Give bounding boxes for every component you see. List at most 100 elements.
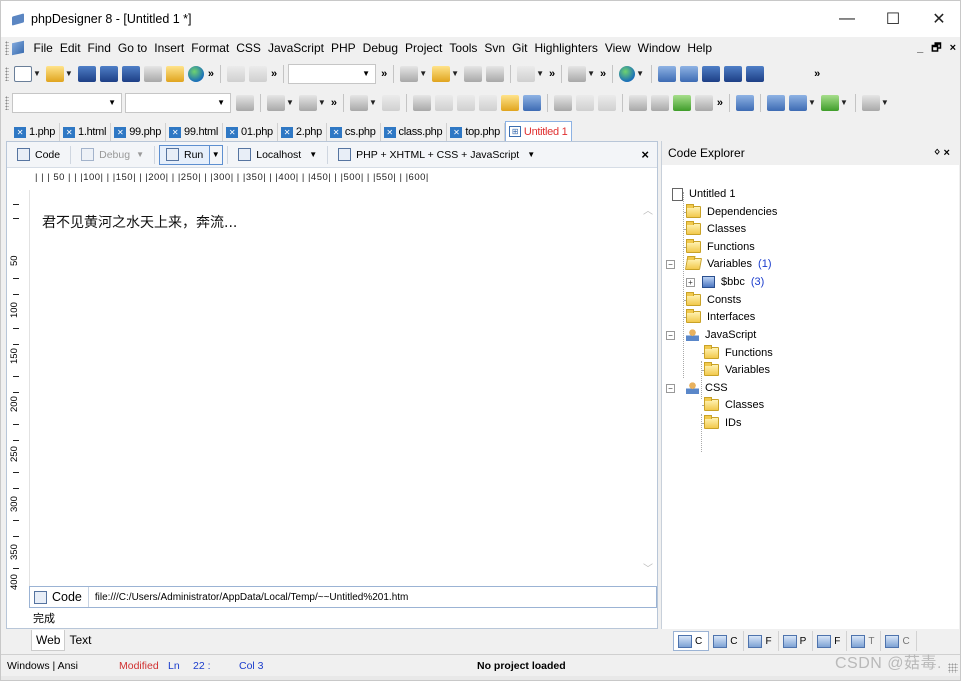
menu-debug[interactable]: Debug — [359, 41, 401, 55]
layout-columns-icon[interactable] — [724, 65, 743, 82]
toolbar-overflow-icon[interactable]: » — [814, 68, 820, 80]
toolbar-overflow-icon[interactable]: » — [271, 68, 277, 80]
options-icon[interactable] — [861, 94, 880, 111]
indent-icon[interactable] — [464, 65, 483, 82]
print-icon[interactable] — [165, 65, 184, 82]
mdi-restore-button[interactable]: 🗗 — [931, 39, 941, 58]
print-preview-icon[interactable] — [143, 65, 162, 82]
tree-node-dependencies[interactable]: Dependencies — [686, 204, 777, 220]
run-external-icon[interactable] — [767, 94, 786, 111]
file-tab[interactable]: ✕ top.php — [447, 123, 505, 141]
new-file-icon[interactable] — [14, 65, 32, 82]
font-combo[interactable]: ▼ — [12, 92, 122, 113]
save-as-icon[interactable] — [99, 65, 118, 82]
close-editor-button[interactable]: × — [641, 147, 649, 162]
window-icon[interactable] — [575, 94, 594, 111]
menu-highlighters[interactable]: Highlighters — [531, 41, 601, 55]
chevron-down-icon[interactable]: ▼ — [536, 69, 544, 78]
grid-icon[interactable] — [694, 94, 713, 111]
menu-git[interactable]: Git — [509, 41, 531, 55]
preview-browser-icon[interactable] — [619, 65, 636, 82]
toolbar-overflow-icon[interactable]: » — [717, 97, 723, 109]
table-icon[interactable] — [267, 94, 285, 111]
menu-file[interactable]: File — [30, 41, 56, 55]
encoding-status[interactable]: Windows | Ansi — [7, 660, 78, 672]
menu-goto[interactable]: Go to — [114, 41, 150, 55]
tab-ftp[interactable]: F — [813, 631, 848, 651]
minimize-button[interactable]: — — [824, 1, 870, 37]
tree-node-css[interactable]: CSS — [686, 380, 728, 396]
menu-edit[interactable]: Edit — [56, 41, 84, 55]
debug-step-icon[interactable] — [349, 94, 368, 111]
scroll-up-icon[interactable]: ︿ — [641, 202, 655, 217]
menu-insert[interactable]: Insert — [151, 41, 188, 55]
tree-node-root[interactable]: Untitled 1 — [672, 186, 735, 202]
tree-node-functions[interactable]: Functions — [686, 239, 755, 255]
highlighter-button[interactable]: PHP + XHTML + CSS + JavaScript ▼ — [332, 145, 541, 165]
file-tab[interactable]: ✕ 1.html — [60, 123, 112, 141]
expand-icon[interactable]: + — [686, 278, 695, 287]
goto-bookmark-icon[interactable] — [432, 65, 451, 82]
chevron-down-icon[interactable]: ▼ — [419, 69, 427, 78]
tree-node-javascript[interactable]: JavaScript — [686, 327, 756, 343]
file-tab[interactable]: ✕ cs.php — [327, 123, 381, 141]
panel-toggle-icon[interactable] — [658, 65, 677, 82]
cut-icon[interactable] — [226, 65, 245, 82]
mdi-close-button[interactable]: × — [950, 42, 956, 54]
browser-icon[interactable] — [187, 65, 204, 82]
bookmark-icon[interactable] — [400, 65, 419, 82]
menu-css[interactable]: CSS — [233, 41, 265, 55]
tree-node-consts[interactable]: Consts — [686, 292, 741, 308]
collapse-icon[interactable]: − — [666, 331, 675, 340]
step-out-icon[interactable] — [456, 94, 475, 111]
chevron-down-icon[interactable]: ▼ — [881, 98, 889, 107]
collapse-icon[interactable]: − — [666, 260, 675, 269]
chevron-down-icon[interactable]: ▼ — [286, 98, 294, 107]
debug-run-icon[interactable] — [381, 94, 400, 111]
form-icon[interactable] — [298, 94, 317, 111]
toolbar-overflow-icon[interactable]: » — [549, 68, 555, 80]
chevron-down-icon[interactable]: ▼ — [217, 98, 225, 107]
code-content[interactable]: 君不见黄河之水天上来，奔流... — [42, 212, 237, 232]
chevron-down-icon[interactable]: ▼ — [65, 69, 73, 78]
tab-web[interactable]: Web — [31, 629, 66, 651]
tab-code-explorer[interactable]: C — [673, 631, 710, 651]
close-button[interactable]: ✕ — [916, 1, 960, 37]
toolbar-overflow-icon[interactable]: » — [381, 68, 387, 80]
chevron-down-icon[interactable]: ▼ — [636, 69, 644, 78]
chevron-down-icon[interactable]: ▼ — [33, 69, 41, 78]
tree-node-interfaces[interactable]: Interfaces — [686, 309, 755, 325]
toolbar-grip[interactable] — [5, 66, 9, 81]
tab-code-browser[interactable]: C — [709, 631, 745, 651]
file-tab[interactable]: ✕ 2.php — [278, 123, 327, 141]
toolbar-grip[interactable] — [5, 41, 9, 55]
code-status-tab[interactable]: Code — [30, 587, 89, 607]
file-tab[interactable]: ✕ 1.php — [11, 123, 61, 141]
toolbar-grip[interactable] — [5, 95, 9, 110]
tree-node-css-classes[interactable]: Classes — [704, 397, 764, 413]
toolbar-overflow-icon[interactable]: » — [208, 68, 214, 80]
image-icon[interactable] — [672, 94, 691, 111]
chevron-down-icon[interactable]: ▼ — [369, 98, 377, 107]
toolbar-overflow-icon[interactable]: » — [331, 97, 337, 109]
back-icon[interactable] — [517, 65, 536, 82]
deploy-icon[interactable] — [820, 94, 839, 111]
open-folder-icon[interactable] — [45, 65, 64, 82]
tree-node-variable-bbc[interactable]: $bbc (3) — [702, 274, 764, 290]
menu-javascript[interactable]: JavaScript — [264, 41, 327, 55]
run-dropdown[interactable]: ▼ — [209, 144, 224, 165]
size-combo[interactable]: ▼ — [125, 92, 231, 113]
mdi-minimize-button[interactable]: _ — [917, 42, 923, 54]
tab-clips[interactable]: C — [881, 631, 917, 651]
menu-project[interactable]: Project — [402, 41, 446, 55]
file-tab[interactable]: ✕ class.php — [381, 123, 448, 141]
chevron-down-icon[interactable]: ▼ — [318, 98, 326, 107]
tree-node-js-functions[interactable]: Functions — [704, 345, 773, 361]
save-icon[interactable] — [77, 65, 96, 82]
menu-view[interactable]: View — [601, 41, 634, 55]
tree-node-classes[interactable]: Classes — [686, 221, 746, 237]
chevron-down-icon[interactable]: ▼ — [451, 69, 459, 78]
tab-file-browser[interactable]: F — [744, 631, 779, 651]
code-view-button[interactable]: Code — [11, 145, 66, 165]
file-tab-active[interactable]: ⊞ Untitled 1 — [504, 121, 573, 141]
